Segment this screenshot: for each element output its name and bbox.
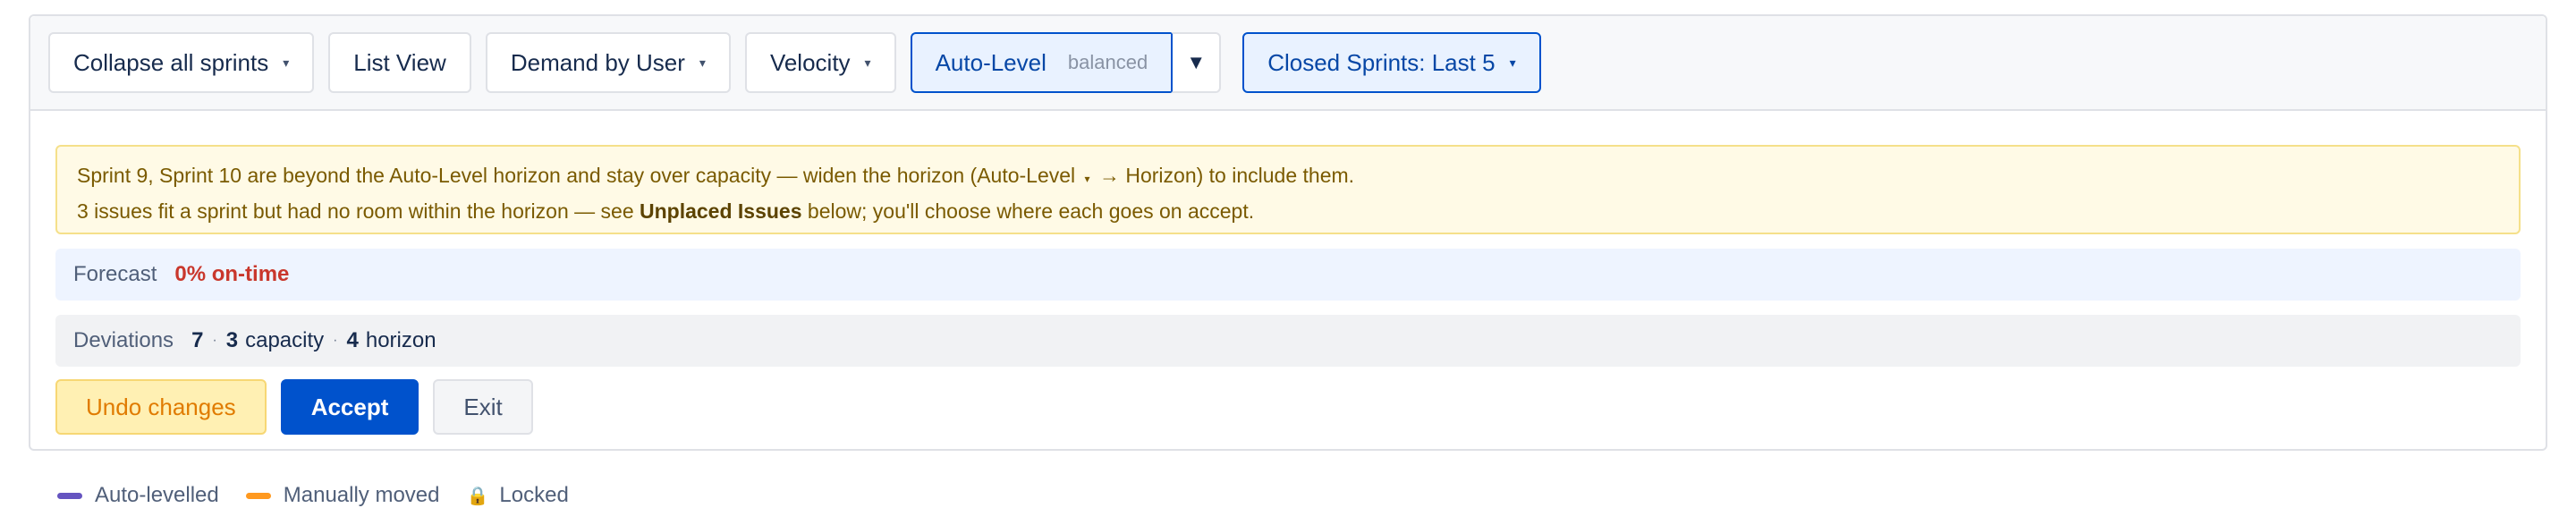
chevron-down-icon: ▾ bbox=[864, 55, 871, 70]
manually-moved-swatch bbox=[245, 492, 271, 499]
auto-level-split-button: Auto-Level balanced ▼ bbox=[910, 32, 1222, 93]
auto-level-mode: balanced bbox=[1067, 51, 1148, 73]
legend-label: Manually moved bbox=[283, 483, 440, 507]
legend-label: Auto-levelled bbox=[95, 483, 219, 507]
triangle-down-icon: ▼ bbox=[1186, 51, 1207, 73]
deviations-total: 7 bbox=[191, 328, 204, 352]
capacity-label: capacity bbox=[245, 328, 325, 352]
lock-icon: 🔒 bbox=[466, 486, 489, 506]
horizon-count: 4 bbox=[346, 328, 359, 352]
horizon-label: horizon bbox=[365, 328, 436, 352]
capacity-count: 3 bbox=[225, 328, 239, 352]
collapse-all-sprints-label: Collapse all sprints bbox=[73, 48, 269, 76]
legend-label: Locked bbox=[499, 483, 569, 507]
collapse-all-sprints-button[interactable]: Collapse all sprints ▾ bbox=[48, 32, 315, 93]
accept-button[interactable]: Accept bbox=[280, 379, 419, 435]
legend-auto-levelled: Auto-levelled bbox=[57, 483, 219, 508]
chevron-down-icon: ▾ bbox=[1509, 55, 1516, 70]
chevron-down-icon: ▾ bbox=[1084, 173, 1090, 185]
auto-level-panel: Collapse all sprints ▾ List View Demand … bbox=[29, 14, 2547, 451]
exit-button[interactable]: Exit bbox=[433, 379, 533, 435]
toolbar: Collapse all sprints ▾ List View Demand … bbox=[30, 16, 2546, 111]
closed-sprints-label: Closed Sprints: Last 5 bbox=[1267, 48, 1496, 76]
horizon-warning: Sprint 9, Sprint 10 are beyond the Auto-… bbox=[55, 145, 2521, 234]
deviations-panel: Deviations 7 · 3 capacity · 4 horizon bbox=[55, 315, 2521, 367]
velocity-label: Velocity bbox=[769, 48, 851, 76]
separator: · bbox=[333, 333, 338, 348]
closed-sprints-button[interactable]: Closed Sprints: Last 5 ▾ bbox=[1242, 32, 1541, 93]
action-bar: Undo changes Accept Exit bbox=[55, 379, 2521, 435]
auto-level-dropdown-button[interactable]: ▼ bbox=[1171, 32, 1222, 93]
auto-level-button[interactable]: Auto-Level balanced bbox=[910, 32, 1172, 93]
legend: Auto-levelled Manually moved 🔒 Locked bbox=[57, 483, 596, 508]
auto-level-content: Sprint 9, Sprint 10 are beyond the Auto-… bbox=[30, 111, 2546, 435]
separator: · bbox=[212, 333, 217, 348]
chevron-down-icon: ▾ bbox=[283, 55, 290, 70]
auto-levelled-swatch bbox=[57, 492, 82, 499]
forecast-label: Forecast bbox=[73, 262, 157, 286]
warning-line-2: 3 issues fit a sprint but had no room wi… bbox=[77, 199, 1255, 223]
velocity-button[interactable]: Velocity ▾ bbox=[744, 32, 896, 93]
list-view-label: List View bbox=[353, 48, 446, 76]
legend-locked: 🔒 Locked bbox=[467, 483, 569, 508]
demand-by-user-button[interactable]: Demand by User ▾ bbox=[485, 32, 731, 93]
forecast-value: 0% on-time bbox=[174, 262, 290, 286]
undo-changes-button[interactable]: Undo changes bbox=[55, 379, 267, 435]
warning-line-1: Sprint 9, Sprint 10 are beyond the Auto-… bbox=[77, 164, 1355, 187]
legend-manually-moved: Manually moved bbox=[245, 483, 440, 508]
demand-by-user-label: Demand by User bbox=[510, 48, 685, 76]
auto-level-label: Auto-Level bbox=[935, 48, 1046, 76]
forecast-panel: Forecast 0% on-time bbox=[55, 249, 2521, 301]
deviations-label: Deviations bbox=[73, 328, 174, 352]
chevron-down-icon: ▾ bbox=[699, 55, 706, 70]
list-view-button[interactable]: List View bbox=[328, 32, 471, 93]
unplaced-issues-ref: Unplaced Issues bbox=[640, 199, 802, 223]
